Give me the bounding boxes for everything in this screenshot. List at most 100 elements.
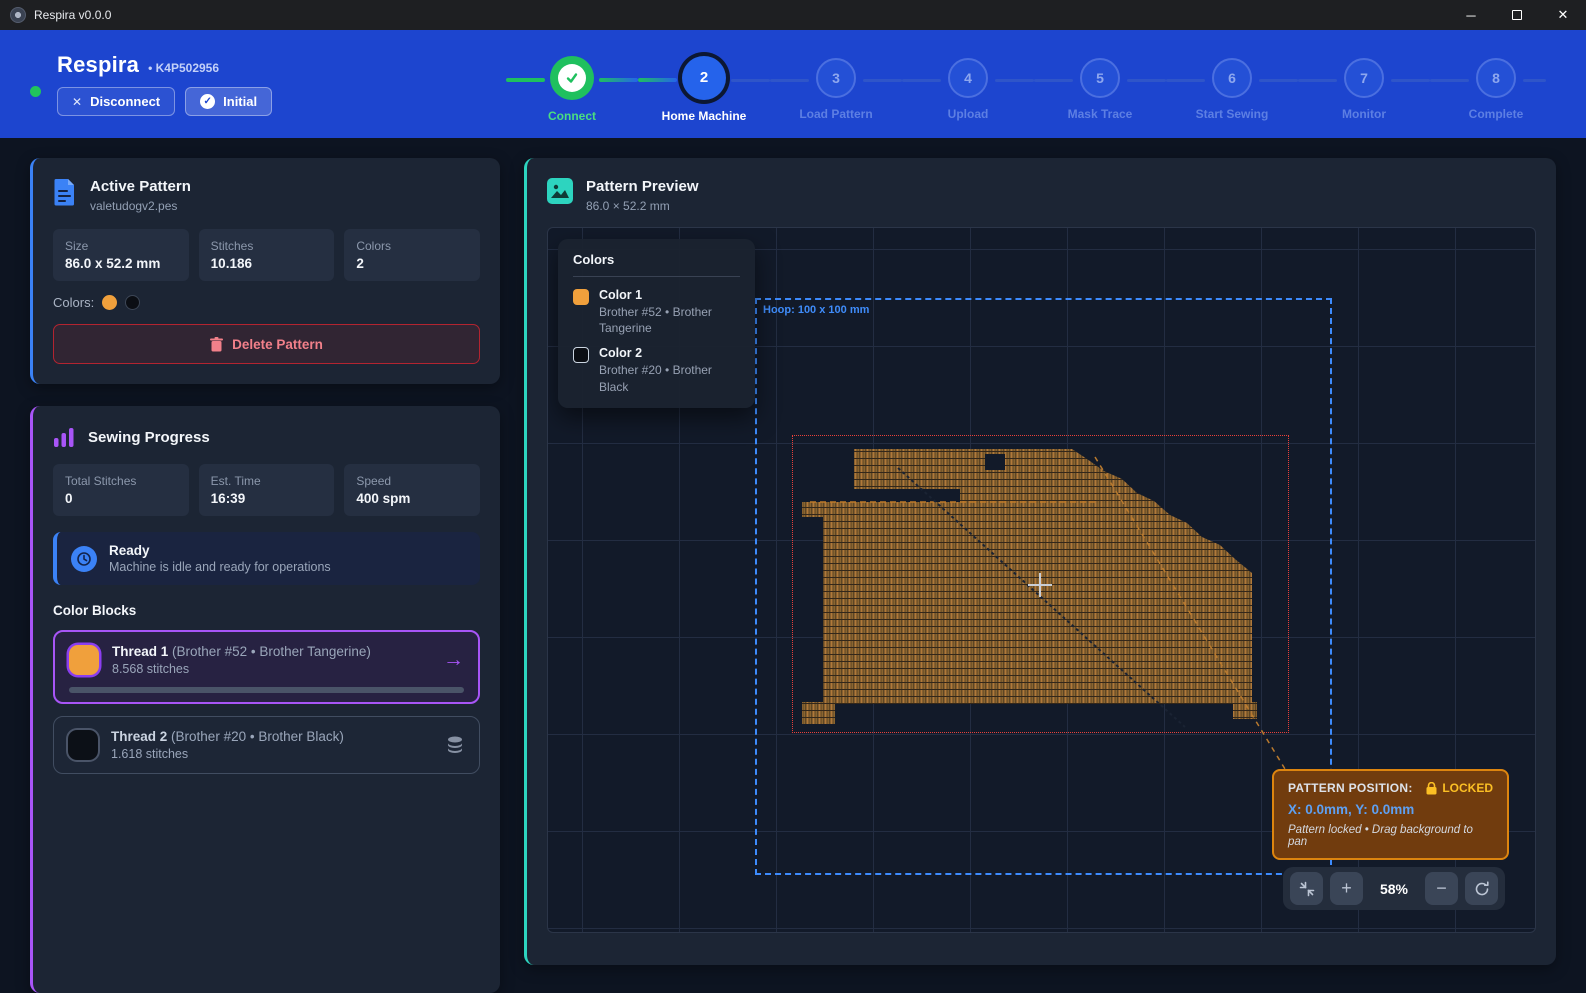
legend-divider — [573, 276, 740, 277]
lock-icon — [1426, 782, 1437, 795]
stat-value: 2 — [356, 256, 468, 271]
legend-color-name: Color 2 — [599, 346, 740, 360]
pattern-dimensions: 86.0 × 52.2 mm — [586, 199, 699, 213]
stat-colors: Colors 2 — [344, 229, 480, 281]
layers-stack-icon — [445, 735, 465, 755]
connection-status-dot — [30, 86, 41, 97]
active-pattern-card: Active Pattern valetudogv2.pes Size 86.0… — [30, 158, 500, 384]
step-mask-trace[interactable]: 5 Mask Trace — [1034, 46, 1166, 123]
color-swatch-orange — [102, 295, 117, 310]
zoom-toolbar: + 58% − — [1283, 867, 1505, 910]
sewing-progress-title: Sewing Progress — [88, 429, 210, 446]
thread-2-stitches: 1.618 stitches — [111, 747, 432, 761]
disconnect-button[interactable]: ✕ Disconnect — [57, 87, 175, 116]
legend-swatch-orange — [573, 289, 589, 305]
app-icon — [10, 7, 26, 23]
thread-2-swatch — [68, 730, 98, 760]
thread-name: Thread 2 — [111, 729, 167, 744]
reset-view-button[interactable] — [1465, 872, 1498, 905]
position-title: PATTERN POSITION: — [1288, 781, 1413, 795]
step-home-machine[interactable]: 2 Home Machine — [638, 46, 770, 123]
stat-label: Stitches — [211, 239, 323, 253]
step-number: 7 — [1344, 58, 1384, 98]
legend-color-name: Color 1 — [599, 288, 740, 302]
pattern-filename: valetudogv2.pes — [90, 199, 191, 213]
legend-item-color-1: Color 1 Brother #52 • Brother Tangerine — [573, 288, 740, 336]
legend-color-detail: Brother #52 • Brother Tangerine — [599, 304, 740, 336]
thread-1-item[interactable]: Thread 1 (Brother #52 • Brother Tangerin… — [53, 630, 480, 704]
step-number: 2 — [682, 56, 726, 100]
sewing-progress-card: Sewing Progress Total Stitches 0 Est. Ti… — [30, 406, 500, 993]
legend-title: Colors — [573, 252, 740, 267]
step-load-pattern[interactable]: 3 Load Pattern — [770, 46, 902, 123]
window-title: Respira v0.0.0 — [34, 8, 111, 22]
legend-swatch-black — [573, 347, 589, 363]
pattern-preview-title: Pattern Preview — [586, 178, 699, 195]
fit-view-icon — [1299, 881, 1315, 897]
stat-label: Size — [65, 239, 177, 253]
stat-est-time: Est. Time 16:39 — [199, 464, 335, 516]
main-content: Active Pattern valetudogv2.pes Size 86.0… — [0, 138, 1586, 993]
step-number: 5 — [1080, 58, 1120, 98]
pattern-notch — [985, 454, 1005, 470]
close-button[interactable]: ✕ — [1540, 0, 1586, 30]
pattern-preview-card: Pattern Preview 86.0 × 52.2 mm Hoop: 100… — [524, 158, 1556, 965]
active-pattern-title: Active Pattern — [90, 178, 191, 195]
lock-status: LOCKED — [1426, 781, 1493, 795]
maximize-icon — [1512, 10, 1522, 20]
thread-detail: (Brother #52 • Brother Tangerine) — [172, 644, 371, 659]
legend-color-detail: Brother #20 • Brother Black — [599, 362, 740, 394]
close-icon: ✕ — [72, 95, 82, 109]
stat-value: 86.0 x 52.2 mm — [65, 256, 177, 271]
step-start-sewing[interactable]: 6 Start Sewing — [1166, 46, 1298, 123]
preview-canvas[interactable]: Hoop: 100 x 100 mm — [547, 227, 1536, 933]
step-label: Monitor — [1342, 107, 1386, 121]
machine-serial: • K4P502956 — [148, 61, 219, 75]
thread-1-stitches: 8.568 stitches — [112, 662, 430, 676]
step-check-icon — [550, 56, 594, 100]
stat-label: Total Stitches — [65, 474, 177, 488]
minimize-button[interactable]: ─ — [1448, 0, 1494, 30]
zoom-in-button[interactable]: + — [1330, 872, 1363, 905]
thread-2-item[interactable]: Thread 2 (Brother #20 • Brother Black) 1… — [53, 716, 480, 774]
check-circle-icon: ✓ — [200, 94, 215, 109]
step-label: Mask Trace — [1068, 107, 1133, 121]
fit-view-button[interactable] — [1290, 872, 1323, 905]
position-coordinates: X: 0.0mm, Y: 0.0mm — [1288, 802, 1493, 817]
machine-status-banner: Ready Machine is idle and ready for oper… — [53, 532, 480, 585]
workflow-stepper: Connect 2 Home Machine 3 Load Pattern 4 … — [506, 46, 1562, 123]
delete-pattern-label: Delete Pattern — [232, 337, 323, 352]
step-connect[interactable]: Connect — [506, 46, 638, 123]
thread-detail: (Brother #20 • Brother Black) — [171, 729, 344, 744]
step-number: 4 — [948, 58, 988, 98]
thread-1-progress-track — [69, 687, 464, 693]
stat-label: Est. Time — [211, 474, 323, 488]
stat-value: 16:39 — [211, 491, 323, 506]
initial-label: Initial — [223, 94, 257, 109]
zoom-out-button[interactable]: − — [1425, 872, 1458, 905]
step-upload[interactable]: 4 Upload — [902, 46, 1034, 123]
position-hint: Pattern locked • Drag background to pan — [1288, 824, 1493, 848]
maximize-button[interactable] — [1494, 0, 1540, 30]
thread-2-title: Thread 2 (Brother #20 • Brother Black) — [111, 729, 432, 744]
step-complete[interactable]: 8 Complete — [1430, 46, 1562, 123]
thread-name: Thread 1 — [112, 644, 168, 659]
stat-value: 400 spm — [356, 491, 468, 506]
step-label: Start Sewing — [1196, 107, 1269, 121]
stat-size: Size 86.0 x 52.2 mm — [53, 229, 189, 281]
stat-label: Speed — [356, 474, 468, 488]
step-number: 8 — [1476, 58, 1516, 98]
initial-button[interactable]: ✓ Initial — [185, 87, 272, 116]
clock-icon — [71, 546, 97, 572]
stat-value: 10.186 — [211, 256, 323, 271]
app-name: Respira — [57, 52, 139, 78]
stat-label: Colors — [356, 239, 468, 253]
step-monitor[interactable]: 7 Monitor — [1298, 46, 1430, 123]
colors-legend: Colors Color 1 Brother #52 • Brother Tan… — [558, 239, 755, 408]
status-description: Machine is idle and ready for operations — [109, 560, 331, 574]
zoom-level: 58% — [1370, 881, 1418, 897]
delete-pattern-button[interactable]: Delete Pattern — [53, 324, 480, 364]
disconnect-label: Disconnect — [90, 94, 160, 109]
step-label: Connect — [548, 109, 596, 123]
refresh-icon — [1474, 881, 1490, 897]
